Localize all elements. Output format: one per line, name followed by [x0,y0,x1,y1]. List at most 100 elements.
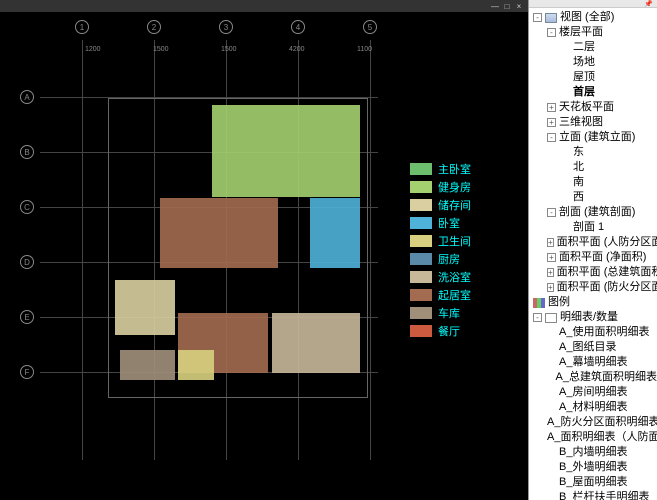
legend-swatch [410,253,432,265]
tree-item[interactable]: A_幕墙明细表 [533,355,657,370]
tree-floor-plans[interactable]: -楼层平面 [533,25,657,40]
legend-row: 洗浴室 [410,268,520,286]
tree-section[interactable]: -剖面 (建筑剖面) [533,205,657,220]
tree-label: 剖面 1 [573,220,604,235]
tree-item[interactable]: 场地 [533,55,657,70]
tree-ceiling[interactable]: +天花板平面 [533,100,657,115]
cad-viewport[interactable]: — □ × 12345 ABCDEF 12001500150042001100 … [0,0,528,500]
expand-icon[interactable]: + [547,103,556,112]
tree-item[interactable]: 剖面 1 [533,220,657,235]
close-button[interactable]: × [514,2,524,10]
legend-row: 车库 [410,304,520,322]
project-tree[interactable]: -视图 (全部) -楼层平面 二层场地屋顶首层 +天花板平面 +三维视图 -立面… [529,8,657,500]
legend-label: 餐厅 [438,323,460,339]
tree-area-plan[interactable]: +面积平面 (总建筑面积) [533,265,657,280]
tree-label: 立面 (建筑立面) [559,130,635,145]
room-fill[interactable] [160,198,278,268]
legend-swatch [410,199,432,211]
viewport-titlebar: — □ × [0,0,528,12]
legend-swatch [410,307,432,319]
tree-label: 明细表/数量 [560,310,618,325]
room-fill[interactable] [212,105,360,197]
grid-bubble: 5 [363,20,377,34]
expand-icon[interactable]: + [547,118,556,127]
tree-area-plan[interactable]: +面积平面 (防火分区面积) [533,280,657,295]
tree-area-plan[interactable]: +面积平面 (净面积) [533,250,657,265]
tree-item[interactable]: B_外墙明细表 [533,460,657,475]
legend-swatch [410,181,432,193]
collapse-icon[interactable]: - [533,313,542,322]
panel-pin-icon[interactable]: 📌 [644,0,653,8]
dimension-text: 1200 [85,46,101,53]
tree-item[interactable]: A_总建筑面积明细表 [533,370,657,385]
tree-item[interactable]: B_栏杆扶手明细表 [533,490,657,500]
tree-label: 西 [573,190,584,205]
expand-icon[interactable]: + [547,283,554,292]
tree-item[interactable]: 南 [533,175,657,190]
tree-label: B_外墙明细表 [559,460,627,475]
tree-label: 剖面 (建筑剖面) [559,205,635,220]
grid-line [370,40,371,460]
collapse-icon[interactable]: - [547,208,556,217]
tree-label: 北 [573,160,584,175]
tree-elevation[interactable]: -立面 (建筑立面) [533,130,657,145]
expand-icon[interactable]: + [547,253,556,262]
tree-item[interactable]: B_内墙明细表 [533,445,657,460]
legend-row: 厨房 [410,250,520,268]
tree-label: 面积平面 (净面积) [559,250,646,265]
grid-bubble: B [20,145,34,159]
tree-item[interactable]: 东 [533,145,657,160]
room-fill[interactable] [310,198,360,268]
legend-row: 餐厅 [410,322,520,340]
expand-icon[interactable]: + [547,268,554,277]
room-fill[interactable] [120,350,175,380]
tree-label: B_屋面明细表 [559,475,627,490]
tree-label: 三维视图 [559,115,603,130]
legend-swatch [410,325,432,337]
tree-item[interactable]: 首层 [533,85,657,100]
tree-item[interactable]: A_防火分区面积明细表 [533,415,657,430]
collapse-icon[interactable]: - [547,133,556,142]
tree-item[interactable]: A_材料明细表 [533,400,657,415]
minimize-button[interactable]: — [490,2,500,10]
expand-icon[interactable]: + [547,238,554,247]
tree-item[interactable]: 北 [533,160,657,175]
tree-label: 首层 [573,85,595,100]
tree-3d[interactable]: +三维视图 [533,115,657,130]
tree-root[interactable]: -视图 (全部) [533,10,657,25]
tree-label: A_图纸目录 [559,340,616,355]
grid-bubble: D [20,255,34,269]
tree-item[interactable]: 二层 [533,40,657,55]
tree-schedules[interactable]: - 明细表/数量 [533,310,657,325]
legend-row: 起居室 [410,286,520,304]
legend-label: 洗浴室 [438,269,471,285]
room-fill[interactable] [115,280,175,335]
tree-label: 场地 [573,55,595,70]
tree-legend[interactable]: 图例 [533,295,657,310]
legend-label: 储存间 [438,197,471,213]
tree-item[interactable]: A_房间明细表 [533,385,657,400]
dimension-text: 1500 [221,46,237,53]
collapse-icon[interactable]: - [533,13,542,22]
sheet-icon [545,313,557,323]
tree-item[interactable]: 西 [533,190,657,205]
panel-header: 📌 [529,0,657,8]
grid-bubble: A [20,90,34,104]
room-fill[interactable] [272,313,360,373]
legend-swatch [410,271,432,283]
floor-plan-drawing[interactable]: 12345 ABCDEF 12001500150042001100 [20,20,398,480]
maximize-button[interactable]: □ [502,2,512,10]
grid-bubble: 3 [219,20,233,34]
tree-item[interactable]: A_图纸目录 [533,340,657,355]
legend-label: 卧室 [438,215,460,231]
tree-item[interactable]: A_使用面积明细表 [533,325,657,340]
tree-label: 东 [573,145,584,160]
collapse-icon[interactable]: - [547,28,556,37]
tree-item[interactable]: A_面积明细表（人防面积） [533,430,657,445]
tree-area-plan[interactable]: +面积平面 (人防分区面积) [533,235,657,250]
tree-item[interactable]: 屋顶 [533,70,657,85]
room-fill[interactable] [178,350,214,380]
tree-item[interactable]: B_屋面明细表 [533,475,657,490]
grid-bubble: 1 [75,20,89,34]
grid-bubble: C [20,200,34,214]
